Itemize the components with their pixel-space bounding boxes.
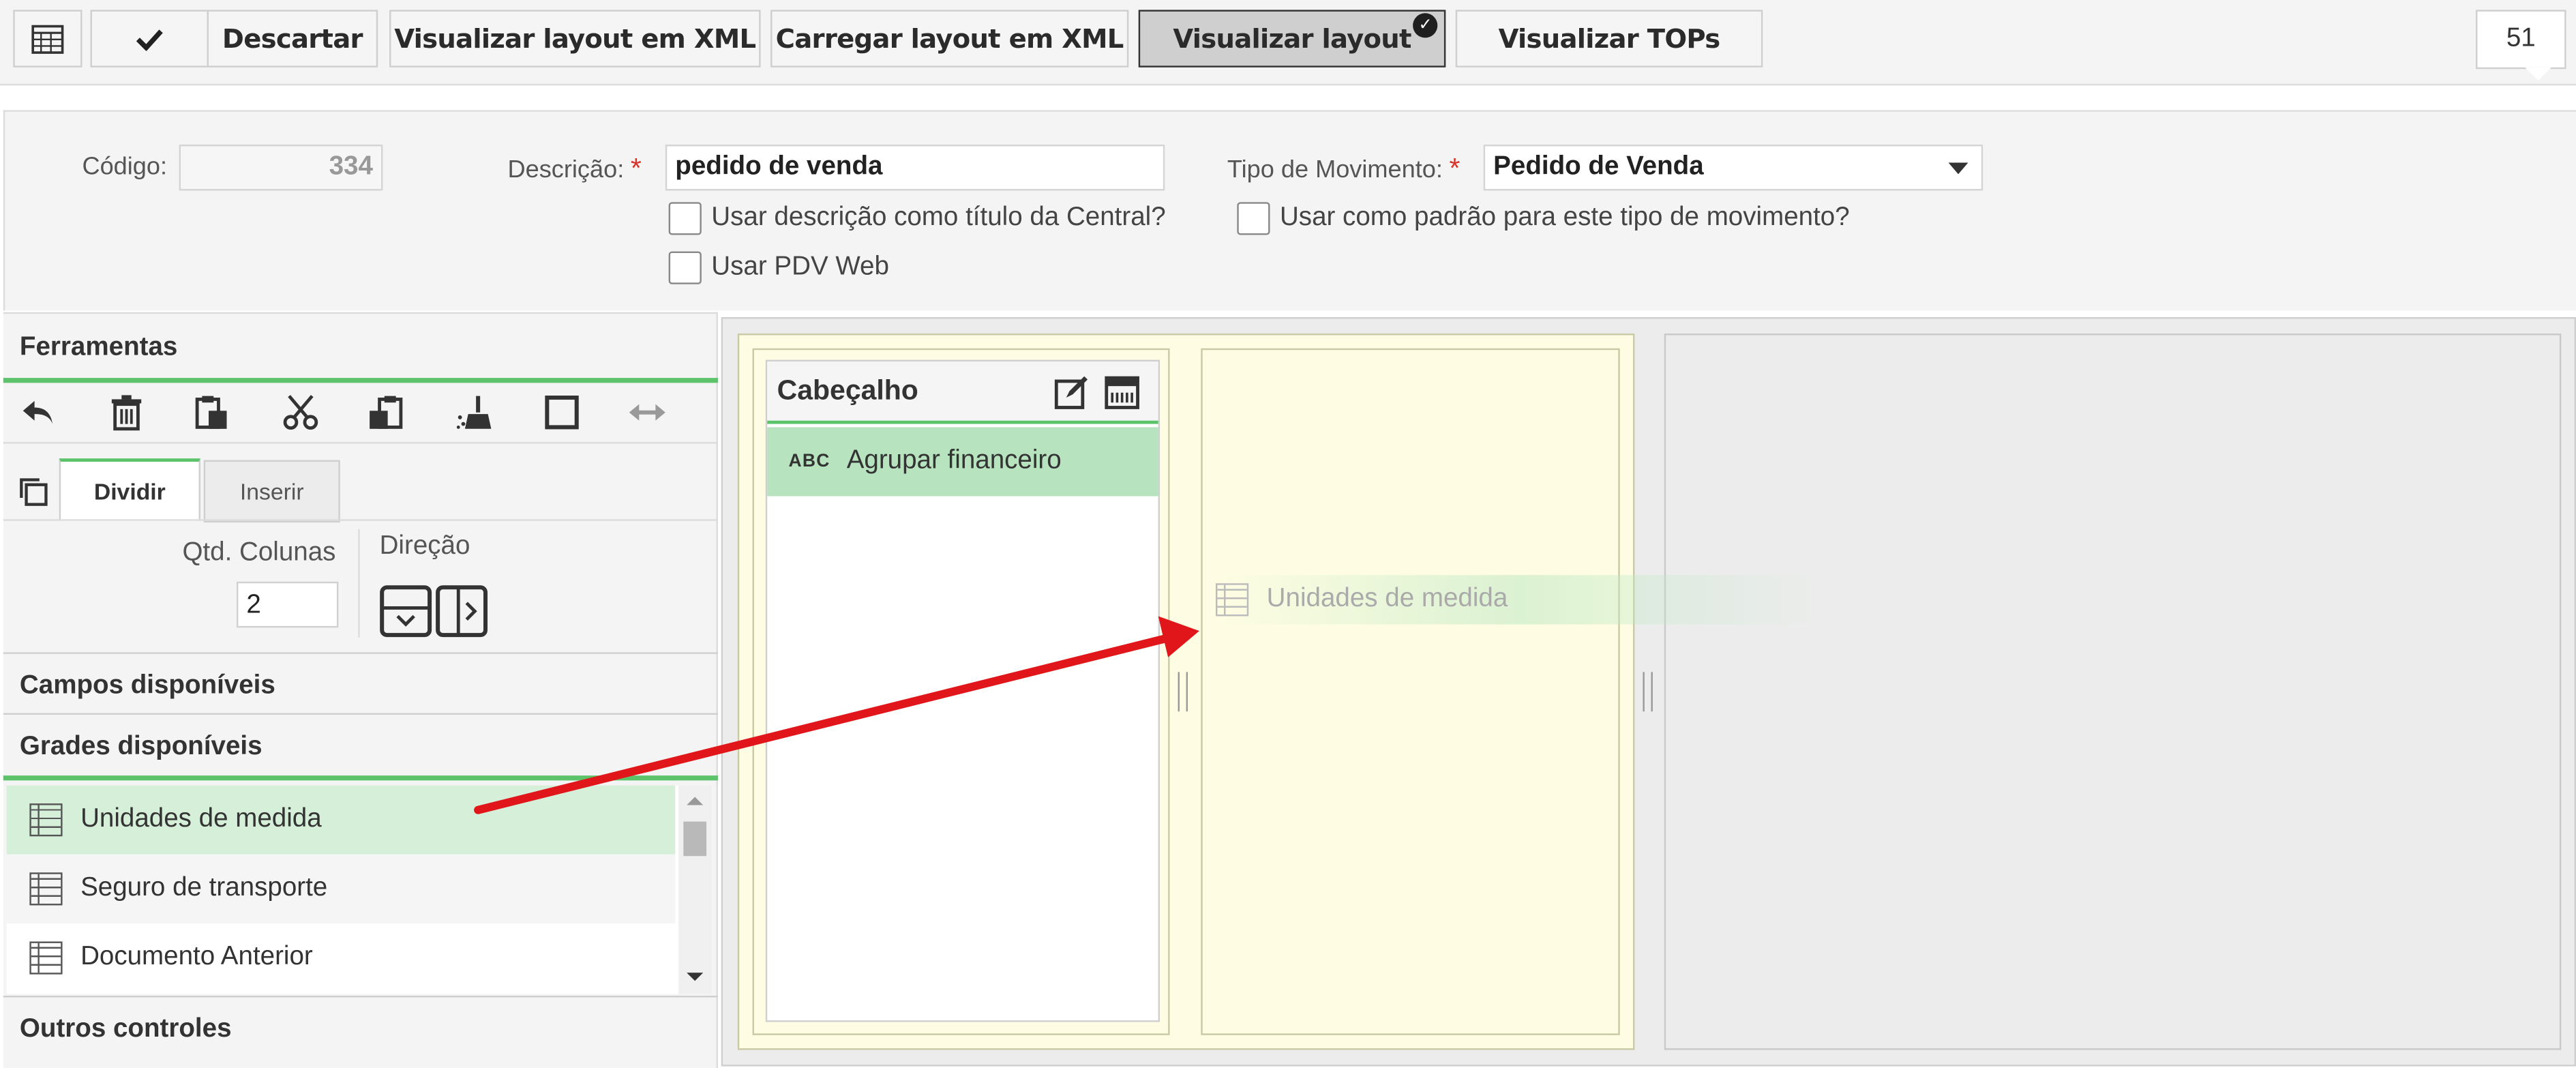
list-item[interactable]: Documento Anterior: [7, 923, 676, 992]
grades-list: Unidades de medida Seguro de transporte …: [6, 785, 712, 994]
clipboard-icon[interactable]: [366, 393, 406, 432]
grades-disponiveis-title[interactable]: Grades disponíveis: [20, 733, 263, 762]
ferramentas-title[interactable]: Ferramentas: [20, 333, 177, 363]
chk-pdv-web-label: Usar PDV Web: [711, 253, 889, 281]
campos-disponiveis-title[interactable]: Campos disponíveis: [20, 672, 275, 701]
view-layout-button[interactable]: Visualizar layout ✓: [1138, 10, 1446, 68]
descricao-label: Descrição: *: [508, 153, 642, 186]
list-item-label: Documento Anterior: [80, 943, 313, 971]
scroll-thumb[interactable]: [683, 821, 707, 857]
card-title: Cabeçalho: [777, 374, 918, 406]
cut-icon[interactable]: [281, 393, 320, 432]
discard-button[interactable]: Descartar: [207, 10, 378, 68]
edit-icon[interactable]: [1053, 374, 1089, 411]
tipo-movimento-label: Tipo de Movimento: *: [1227, 153, 1461, 186]
divider: [3, 519, 718, 521]
chk-titulo-central[interactable]: [668, 202, 702, 235]
table-icon: [29, 803, 63, 837]
tipo-movimento-label-text: Tipo de Movimento:: [1227, 155, 1443, 184]
square-icon[interactable]: [542, 393, 582, 432]
split-vertical-icon[interactable]: [380, 585, 432, 638]
tipo-movimento-select[interactable]: Pedido de Venda: [1483, 145, 1983, 191]
move-horizontal-icon[interactable]: [627, 393, 667, 432]
divider: [358, 529, 360, 638]
check-icon: [136, 29, 163, 50]
section-divider: [3, 775, 718, 781]
divider: [3, 995, 718, 998]
divider: [3, 713, 718, 715]
field-label: Agrupar financeiro: [846, 447, 1062, 475]
trash-icon[interactable]: [107, 393, 147, 432]
paste-icon[interactable]: [192, 393, 232, 432]
view-layout-label: Visualizar layout: [1173, 23, 1411, 55]
undo-icon[interactable]: [18, 393, 58, 432]
chk-pdv-web[interactable]: [668, 251, 702, 284]
confirm-button[interactable]: [90, 10, 209, 68]
table-icon: [1215, 583, 1249, 617]
dragged-item-ghost: Unidades de medida: [1215, 575, 1824, 625]
table-icon: [29, 941, 63, 975]
list-item-label: Unidades de medida: [80, 805, 322, 833]
toolbar: Descartar Visualizar layout em XML Carre…: [0, 0, 2576, 86]
view-tops-button[interactable]: Visualizar TOPs: [1455, 10, 1763, 68]
list-item[interactable]: Seguro de transporte: [6, 854, 676, 923]
tipo-movimento-value: Pedido de Venda: [1493, 153, 1704, 181]
copy-icon[interactable]: [16, 475, 49, 507]
chk-titulo-central-label: Usar descrição como título da Central?: [711, 203, 1166, 232]
chevron-down-icon: [1948, 162, 1968, 175]
layout-form: Código: 334 Descrição: * pedido de venda …: [3, 110, 2576, 311]
codigo-label: Código:: [82, 153, 168, 181]
scroll-up-icon[interactable]: [687, 797, 704, 805]
divider: [3, 442, 718, 444]
chk-padrao-tipo[interactable]: [1237, 202, 1270, 235]
card-header: Cabeçalho: [767, 361, 1158, 424]
tab-inserir[interactable]: Inserir: [203, 460, 340, 523]
required-mark: *: [630, 153, 642, 184]
scroll-down-icon[interactable]: [687, 973, 704, 981]
qtd-colunas-label: Qtd. Colunas: [182, 539, 336, 567]
load-xml-button[interactable]: Carregar layout em XML: [770, 10, 1129, 68]
descricao-label-text: Descrição:: [507, 155, 625, 184]
column-splitter-1[interactable]: [1178, 672, 1188, 712]
window-icon[interactable]: [1104, 374, 1140, 411]
column-splitter-2[interactable]: [1643, 672, 1653, 712]
cabecalho-card[interactable]: Cabeçalho ABC Agrupar financeiro: [765, 359, 1160, 1022]
codigo-field: 334: [179, 145, 383, 191]
table-icon: [29, 872, 63, 906]
list-scrollbar[interactable]: [678, 785, 712, 994]
divider: [3, 652, 718, 654]
layout-column-2[interactable]: [1201, 348, 1620, 1035]
qtd-colunas-input[interactable]: 2: [236, 581, 339, 628]
view-xml-button[interactable]: Visualizar layout em XML: [389, 10, 761, 68]
chk-padrao-tipo-label: Usar como padrão para este tipo de movim…: [1279, 203, 1850, 232]
tab-dividir[interactable]: Dividir: [59, 458, 200, 521]
required-mark: *: [1449, 153, 1461, 184]
section-divider: [3, 378, 718, 383]
text-field-icon: ABC: [788, 451, 830, 472]
split-horizontal-icon[interactable]: [436, 585, 488, 638]
grid-icon: [31, 24, 64, 53]
outros-controles-title[interactable]: Outros controles: [20, 1015, 232, 1045]
notification-counter[interactable]: 51: [2476, 10, 2566, 81]
check-circle-icon: ✓: [1413, 13, 1438, 38]
descricao-field[interactable]: pedido de venda: [665, 145, 1165, 191]
broom-icon[interactable]: [455, 393, 494, 432]
list-item[interactable]: Unidades de medida: [6, 785, 676, 855]
field-agrupar-financeiro[interactable]: ABC Agrupar financeiro: [767, 427, 1158, 496]
layout-empty-area[interactable]: [1664, 333, 2562, 1050]
grid-view-button[interactable]: [13, 10, 83, 68]
dragged-item-label: Unidades de medida: [1266, 584, 1508, 613]
direcao-label: Direção: [379, 532, 470, 561]
list-item-label: Seguro de transporte: [80, 874, 328, 902]
